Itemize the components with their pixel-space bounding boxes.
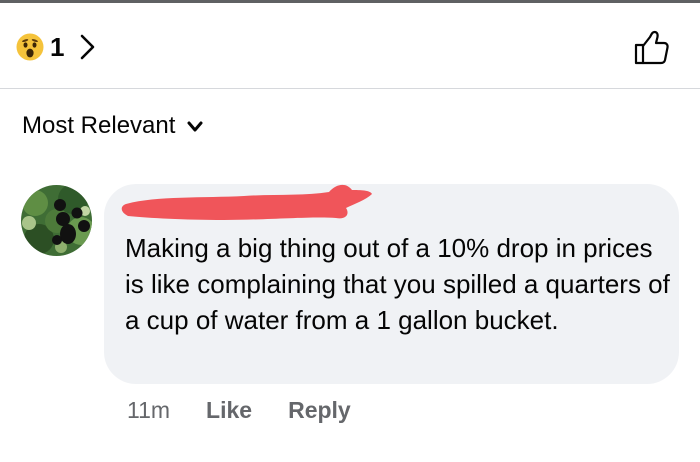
comment-text: Making a big thing out of a 10% drop in … [125, 233, 670, 335]
sort-dropdown[interactable]: Most Relevant [22, 112, 203, 140]
divider [0, 88, 700, 89]
comment-actions: 11m Like Reply [127, 395, 351, 425]
reaction-count: 1 [50, 31, 65, 62]
chevron-down-icon [187, 120, 203, 132]
reaction-bar: 1 [0, 3, 700, 87]
comment-bubble: Making a big thing out of a 10% drop in … [104, 184, 679, 384]
redacted-author-name [114, 182, 374, 226]
like-link[interactable]: Like [206, 397, 252, 424]
chevron-right-icon [78, 33, 98, 61]
avatar[interactable] [21, 185, 92, 256]
thumbs-up-icon[interactable] [632, 29, 670, 67]
reaction-summary[interactable]: 1 [16, 29, 98, 65]
wow-reaction-icon [16, 33, 44, 61]
reply-link[interactable]: Reply [288, 397, 351, 424]
sort-label: Most Relevant [22, 112, 176, 139]
comment-timestamp: 11m [127, 396, 171, 423]
